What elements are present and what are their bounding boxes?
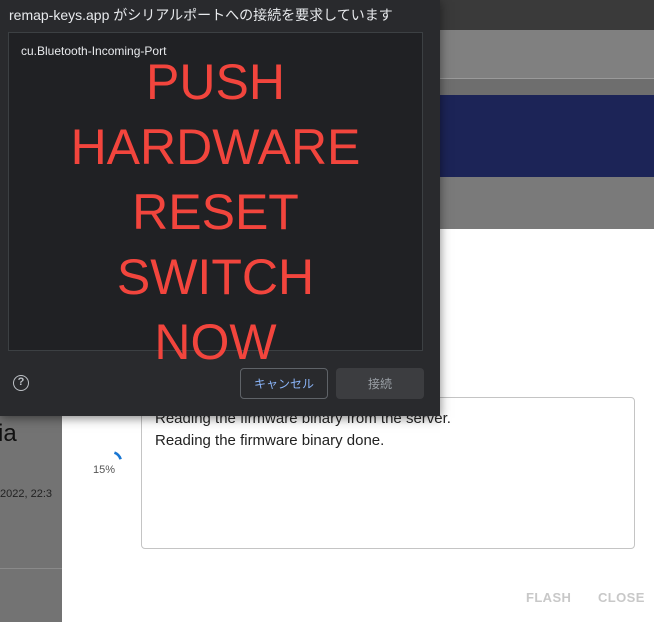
background-toolbar [440, 30, 654, 78]
background-title-fragment: ia [0, 420, 17, 447]
dialog-title: remap-keys.app がシリアルポートへの接続を要求しています [9, 7, 393, 23]
flash-button[interactable]: FLASH [526, 590, 571, 605]
progress-percentage: 15% [92, 464, 116, 476]
overlay-line: SWITCH [116, 249, 315, 305]
flash-log: Reading the firmware binary from the ser… [141, 397, 635, 549]
background-strip [440, 177, 654, 229]
overlay-line: PUSH [146, 54, 285, 110]
cancel-button[interactable]: キャンセル [240, 368, 328, 399]
help-circle-icon[interactable]: ? [13, 375, 29, 391]
background-card-divider [0, 568, 62, 569]
overlay-line: NOW [154, 314, 277, 370]
overlay-line: HARDWARE [70, 119, 361, 175]
background-header-banner [440, 95, 654, 177]
close-button[interactable]: CLOSE [598, 590, 645, 605]
serial-port-dialog: remap-keys.app がシリアルポートへの接続を要求しています cu.B… [0, 0, 440, 416]
overlay-line: RESET [132, 184, 299, 240]
connect-button[interactable]: 接続 [336, 368, 424, 399]
log-line: Reading the firmware binary done. [155, 432, 385, 449]
reset-instruction-overlay: PUSH HARDWARE RESET SWITCH NOW [8, 50, 423, 375]
background-date-fragment: 2022, 22:3 [0, 488, 52, 500]
background-divider [440, 78, 654, 79]
